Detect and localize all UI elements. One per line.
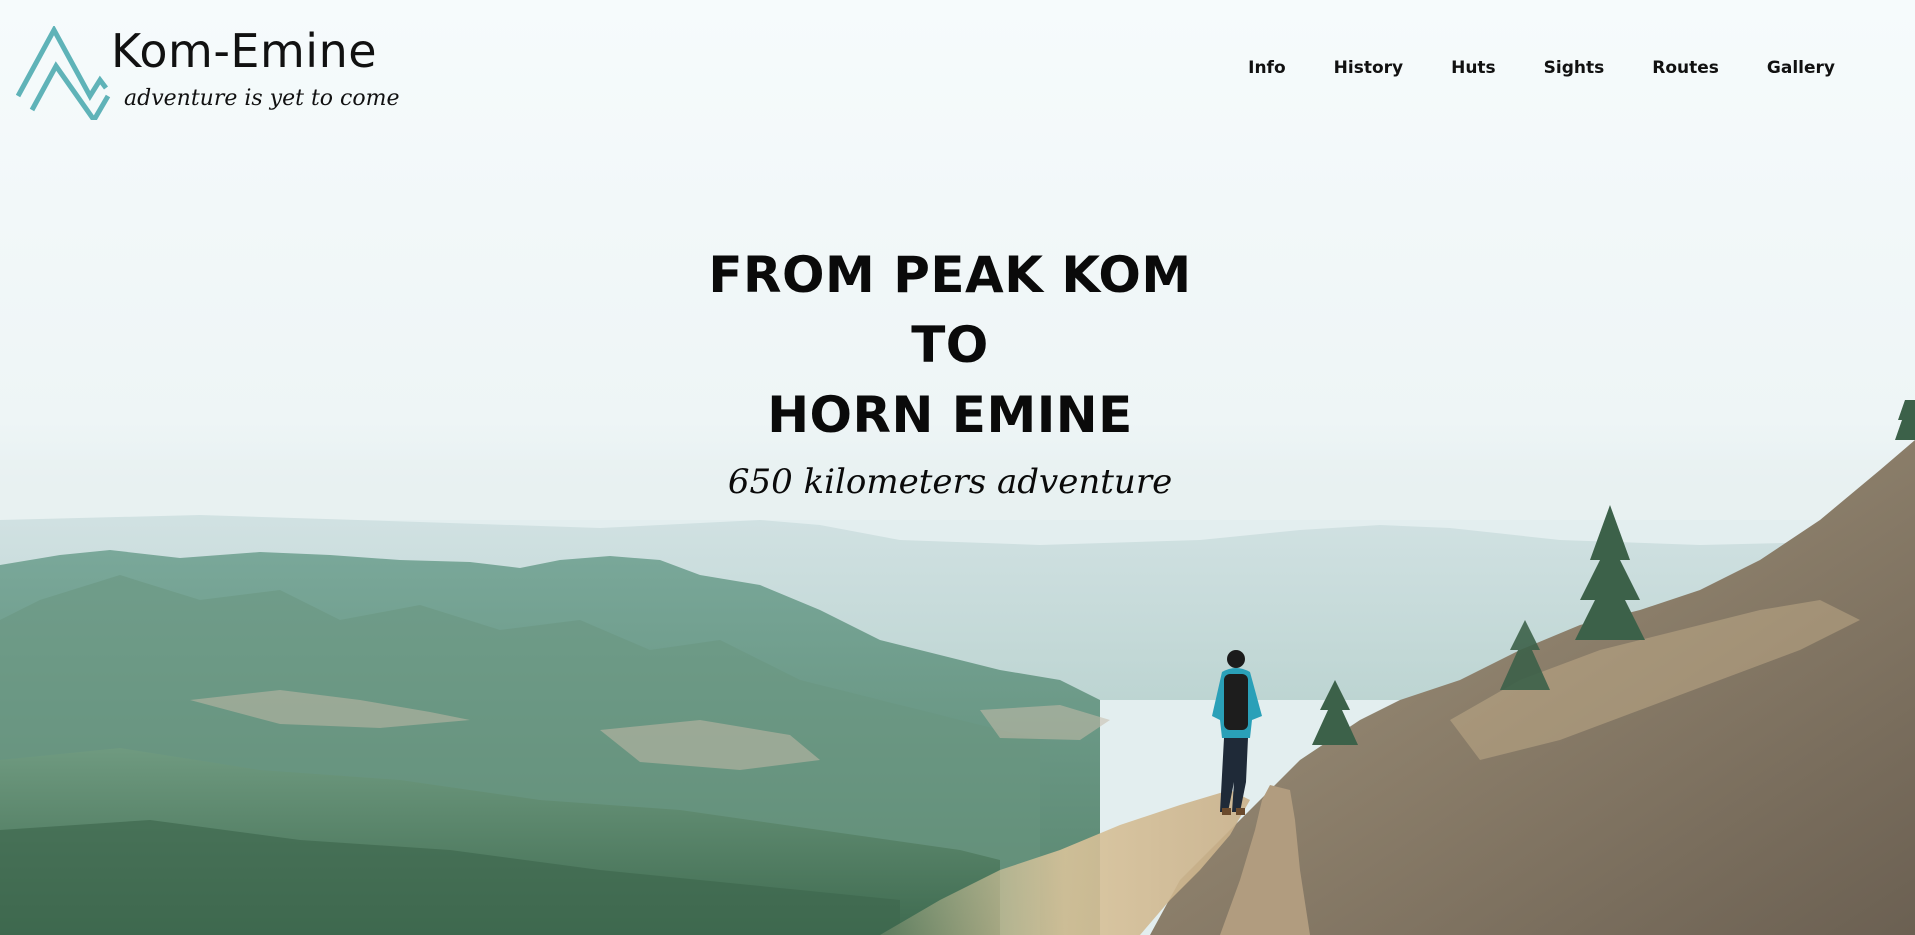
nav-item-history[interactable]: History — [1334, 58, 1403, 78]
mountain-peak-icon — [16, 26, 111, 120]
nav-item-gallery[interactable]: Gallery — [1767, 58, 1835, 78]
nav-item-routes[interactable]: Routes — [1652, 58, 1719, 78]
logo-tagline: adventure is yet to come — [124, 86, 400, 111]
main-navigation: Info History Huts Sights Routes Gallery — [1200, 58, 1835, 78]
hero-headline: FROM PEAK KOM TO HORN EMINE — [0, 240, 1900, 450]
headline-line-3: HORN EMINE — [767, 386, 1133, 444]
hero-section: Kom-Emine adventure is yet to come Info … — [0, 0, 1915, 935]
hero-subtitle: 650 kilometers adventure — [727, 462, 1173, 502]
nav-item-info[interactable]: Info — [1248, 58, 1286, 78]
logo-title: Kom-Emine — [111, 24, 378, 78]
headline-line-2: TO — [911, 316, 989, 374]
headline-line-1: FROM PEAK KOM — [708, 246, 1192, 304]
nav-item-huts[interactable]: Huts — [1451, 58, 1496, 78]
nav-item-sights[interactable]: Sights — [1544, 58, 1605, 78]
site-logo[interactable]: Kom-Emine adventure is yet to come — [16, 24, 399, 124]
